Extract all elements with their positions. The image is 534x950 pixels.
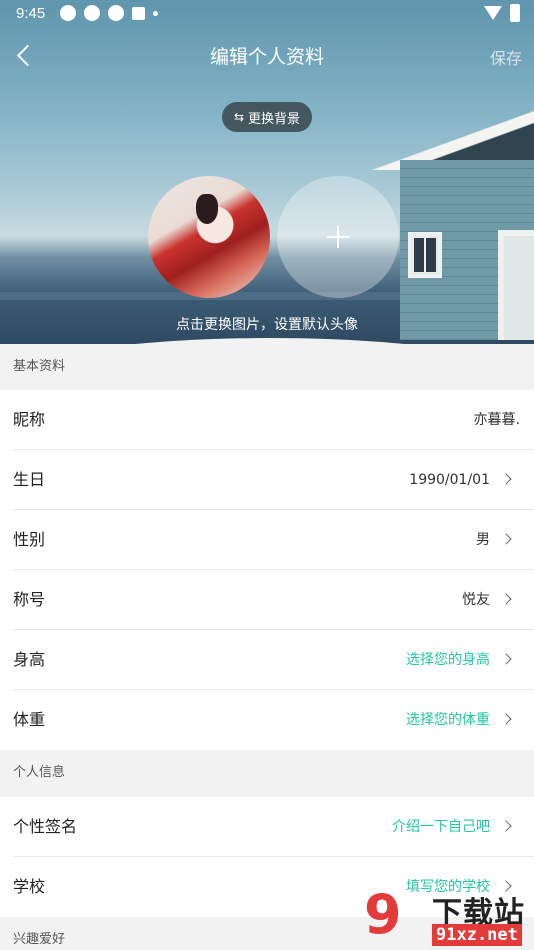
row-value: 男 <box>476 532 490 548</box>
row-label: 称号 <box>13 590 46 609</box>
section-title: 兴趣爱好 <box>13 932 66 947</box>
watermark-logo-mark: 9 <box>364 883 402 946</box>
row-weight[interactable]: 体重 选择您的体重 <box>13 690 534 750</box>
row-title[interactable]: 称号 悦友 <box>13 570 534 630</box>
row-value: 悦友 <box>462 592 490 608</box>
app-icon <box>132 6 145 20</box>
more-dot-icon <box>153 10 158 16</box>
wifi-icon <box>484 6 502 20</box>
window-decor <box>408 232 442 278</box>
battery-icon <box>510 4 520 22</box>
row-value: 1990/01/01 <box>409 472 490 488</box>
page-title: 编辑个人资料 <box>209 46 324 68</box>
section-header-personal: 个人信息 <box>0 750 534 797</box>
chevron-right-icon <box>500 713 512 725</box>
status-bar: 9:45 <box>0 0 534 28</box>
row-label: 生日 <box>13 470 46 489</box>
row-birthday[interactable]: 生日 1990/01/01 <box>13 450 534 510</box>
avatar[interactable] <box>148 176 270 298</box>
section-title: 个人信息 <box>13 765 66 780</box>
status-right <box>484 4 520 22</box>
row-label: 学校 <box>13 877 46 896</box>
status-time: 9:45 <box>16 5 46 22</box>
save-button[interactable]: 保存 <box>490 45 522 69</box>
row-value: 选择您的体重 <box>406 712 490 728</box>
row-label: 个性签名 <box>13 817 78 836</box>
swap-icon: ⇆ <box>233 110 245 124</box>
add-photo-button[interactable] <box>277 176 399 298</box>
notification-icon <box>60 5 76 21</box>
section-header-basic: 基本资料 <box>0 344 534 390</box>
watermark-logo: 9 下载站 91xz.net <box>362 884 534 950</box>
row-signature[interactable]: 个性签名 介绍一下自己吧 <box>13 797 534 857</box>
avatar-hint: 点击更换图片，设置默认头像 <box>176 317 358 333</box>
watermark-url: 91xz.net <box>432 924 522 946</box>
section-title: 基本资料 <box>13 359 66 374</box>
row-value: 介绍一下自己吧 <box>392 819 490 835</box>
row-label: 身高 <box>13 650 46 669</box>
chevron-right-icon <box>500 473 512 485</box>
row-value: 亦暮暮. <box>473 412 520 428</box>
row-label: 体重 <box>13 710 46 729</box>
notification-icon <box>84 5 100 21</box>
chevron-right-icon <box>500 593 512 605</box>
row-gender[interactable]: 性别 男 <box>13 510 534 570</box>
change-background-label: 更换背景 <box>248 111 301 127</box>
row-nickname[interactable]: 昵称 亦暮暮. <box>13 390 534 450</box>
chevron-right-icon <box>500 653 512 665</box>
change-background-button[interactable]: ⇆ 更换背景 <box>222 102 312 132</box>
chevron-right-icon <box>500 820 512 832</box>
row-height[interactable]: 身高 选择您的身高 <box>13 630 534 690</box>
notification-icon <box>108 5 124 21</box>
row-label: 昵称 <box>13 410 46 429</box>
chevron-right-icon <box>500 533 512 545</box>
row-value: 选择您的身高 <box>406 652 490 668</box>
row-label: 性别 <box>13 530 46 549</box>
notification-icons <box>60 5 158 21</box>
